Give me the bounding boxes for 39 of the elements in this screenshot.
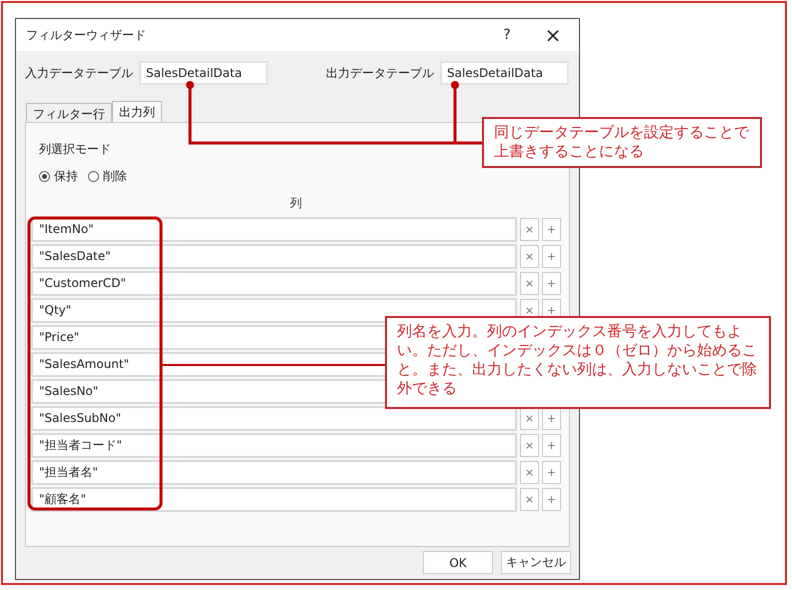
column-name-field[interactable]: "Qty" [31,298,517,323]
radio-option[interactable]: 保持 [39,168,78,185]
remove-button[interactable]: × [520,461,539,484]
remove-button[interactable]: × [520,218,539,241]
callout-tooltip: 列名を入力。列のインデックス番号を入力してもよい。ただし、インデックスは０（ゼロ）から始めること。また、出力したくない列は、入力しないことで除外できる [385,316,771,409]
window-title: フィルターウィザード [26,26,147,44]
tab[interactable]: フィルター行 [26,103,112,124]
add-button[interactable]: + [542,407,561,430]
column-name-field[interactable]: "SalesDate" [31,244,517,269]
add-button[interactable]: + [542,488,561,511]
callout-tooltip: 同じデータテーブルを設定することで上書きすることになる [482,117,762,168]
ok-button[interactable]: OK [423,551,493,574]
add-button[interactable]: + [542,245,561,268]
remove-button[interactable]: × [520,488,539,511]
radio-option[interactable]: 削除 [88,168,127,185]
column-name-field[interactable]: "CustomerCD" [31,271,517,296]
output-table-field[interactable]: SalesDetailData [440,61,569,85]
column-name-field[interactable]: "SalesSubNo" [31,406,517,431]
remove-button[interactable]: × [520,407,539,430]
column-name-field[interactable]: "ItemNo" [31,217,517,242]
column-header: 列 [290,195,302,212]
input-table-field[interactable]: SalesDetailData [139,61,268,85]
tab[interactable]: 出力列 [112,101,162,124]
add-button[interactable]: + [542,434,561,457]
column-name-field[interactable]: "担当者名" [31,460,517,485]
input-table-label: 入力データテーブル [25,64,133,82]
remove-button[interactable]: × [520,245,539,268]
remove-button[interactable]: × [520,272,539,295]
column-name-field[interactable]: "顧客名" [31,487,517,512]
add-button[interactable]: + [542,272,561,295]
cancel-button[interactable]: キャンセル [501,551,571,574]
remove-button[interactable]: × [520,434,539,457]
add-button[interactable]: + [542,218,561,241]
close-button[interactable]: × [543,23,563,47]
mode-label: 列選択モード [39,141,111,158]
add-button[interactable]: + [542,461,561,484]
output-table-label: 出力データテーブル [326,64,434,82]
column-name-field[interactable]: "担当者コード" [31,433,517,458]
help-button[interactable]: ? [497,27,517,43]
